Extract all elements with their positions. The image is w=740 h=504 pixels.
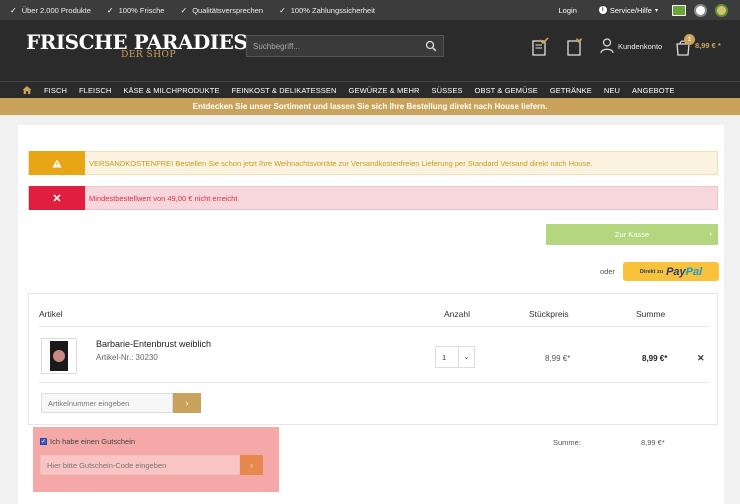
divider: [39, 382, 709, 383]
quantity-select[interactable]: 1 ⌄: [435, 346, 475, 368]
usp-item: ✓ Qualitätsversprechen: [180, 5, 264, 15]
checkout-button[interactable]: Zur Kasse ›: [546, 224, 718, 245]
voucher-section: ✓ Ich habe einen Gutschein ›: [33, 427, 279, 492]
check-icon: ✓: [106, 5, 114, 15]
column-header-sum: Summe: [636, 309, 666, 319]
nav-item-obst[interactable]: OBST & GEMÜSE: [475, 86, 538, 95]
error-icon: ✕: [29, 186, 85, 210]
nav-item-angebote[interactable]: ANGEBOTE: [632, 86, 674, 95]
cart-total: 8,99 € *: [695, 41, 721, 50]
chevron-down-icon: ▾: [654, 7, 658, 14]
check-icon: ✓: [180, 5, 188, 15]
or-label: oder: [600, 267, 616, 276]
voucher-submit-button[interactable]: ›: [240, 455, 263, 475]
check-icon: ✓: [10, 5, 17, 15]
bio-badge-icon: [672, 4, 686, 16]
checkbox-checked-icon: ✓: [40, 438, 47, 445]
info-icon: i: [598, 6, 607, 14]
nav-item-fleisch[interactable]: FLEISCH: [79, 86, 111, 95]
notepad-icon[interactable]: [530, 37, 550, 57]
user-icon: [600, 38, 614, 54]
chevron-down-icon: ⌄: [458, 347, 474, 367]
nav-item-feinkost[interactable]: FEINKOST & DELIKATESSEN: [232, 86, 337, 95]
home-icon[interactable]: [22, 85, 32, 95]
header: FRISCHE PARADIES DER SHOP Kundenkonto 1 …: [0, 20, 740, 81]
check-icon: ✓: [279, 5, 286, 15]
cart-button[interactable]: 1 8,99 € *: [674, 34, 734, 58]
chevron-right-icon: ›: [185, 398, 189, 408]
top-bar: ✓ Über 2.000 Produkte ✓ 100% Frische ✓ Qual…: [0, 0, 740, 20]
usp-item: ✓ 100% Frische: [106, 5, 165, 15]
shipping-alert: VERSANDKOSTENFREI Bestellen Sie schon je…: [28, 151, 718, 175]
nav-item-gewuerze[interactable]: GEWÜRZE & MEHR: [349, 86, 420, 95]
remove-item-icon[interactable]: ✕: [697, 353, 705, 364]
column-header-unit-price: Stückpreis: [529, 309, 569, 319]
chevron-right-icon: ›: [709, 229, 712, 238]
nav-item-fisch[interactable]: FISCH: [44, 86, 67, 95]
column-header-article: Artikel: [39, 309, 63, 319]
top-right-links: Login i Service/Hilfe ▾: [559, 0, 728, 20]
account-link[interactable]: Kundenkonto: [600, 38, 662, 54]
product-image[interactable]: [41, 338, 77, 374]
nav-item-neu[interactable]: NEU: [604, 86, 620, 95]
usp-item: ✓ Über 2.000 Produkte: [10, 5, 91, 15]
quality-seal-icon: [715, 3, 728, 17]
product-name[interactable]: Barbarie-Entenbrust weiblich: [96, 339, 211, 349]
paypal-button[interactable]: Direkt zu PayPal: [623, 262, 719, 281]
summary-label: Summe:: [553, 438, 581, 447]
search-box: [246, 35, 444, 57]
sku-input[interactable]: [41, 393, 173, 413]
search-input[interactable]: [247, 41, 417, 51]
summary-value: 8,99 €*: [641, 438, 665, 447]
paypal-logo: PayPal: [666, 265, 703, 278]
cart-count-badge: 1: [684, 34, 695, 45]
service-menu[interactable]: i Service/Hilfe ▾: [598, 6, 658, 15]
add-sku-button[interactable]: ›: [173, 393, 201, 413]
cart-table: Artikel Anzahl Stückpreis Summe Barbarie…: [28, 293, 718, 425]
min-order-alert: ✕ Mindestbestellwert von 49,00 € nicht e…: [28, 186, 718, 210]
nav-item-getraenke[interactable]: GETRÄNKE: [550, 86, 592, 95]
login-link[interactable]: Login: [559, 6, 577, 15]
product-sku: Artikel-Nr.: 30230: [96, 353, 158, 362]
voucher-checkbox[interactable]: ✓ Ich habe einen Gutschein: [40, 437, 135, 446]
usp-list: ✓ Über 2.000 Produkte ✓ 100% Frische ✓ Qual…: [10, 6, 375, 15]
bio-seal-icon: [694, 3, 707, 17]
warning-icon: [29, 151, 85, 175]
row-total: 8,99 €*: [642, 354, 668, 363]
usp-item: ✓ 100% Zahlungssicherheit: [279, 5, 375, 15]
divider: [39, 326, 709, 327]
chevron-right-icon: ›: [250, 460, 253, 470]
column-header-qty: Anzahl: [444, 309, 470, 319]
unit-price: 8,99 €*: [545, 354, 571, 363]
announcement-bar: Entdecken Sie unser Sortiment und lassen…: [0, 98, 740, 115]
nav-item-kaese[interactable]: KÄSE & MILCHPRODUKTE: [123, 86, 219, 95]
voucher-input[interactable]: [40, 455, 240, 475]
wishlist-icon[interactable]: [565, 37, 585, 57]
nav-item-suesses[interactable]: SÜSSES: [432, 86, 463, 95]
search-icon[interactable]: [425, 40, 437, 52]
main-nav: FISCH FLEISCH KÄSE & MILCHPRODUKTE FEINK…: [0, 81, 740, 98]
logo[interactable]: FRISCHE PARADIES DER SHOP: [26, 32, 248, 60]
